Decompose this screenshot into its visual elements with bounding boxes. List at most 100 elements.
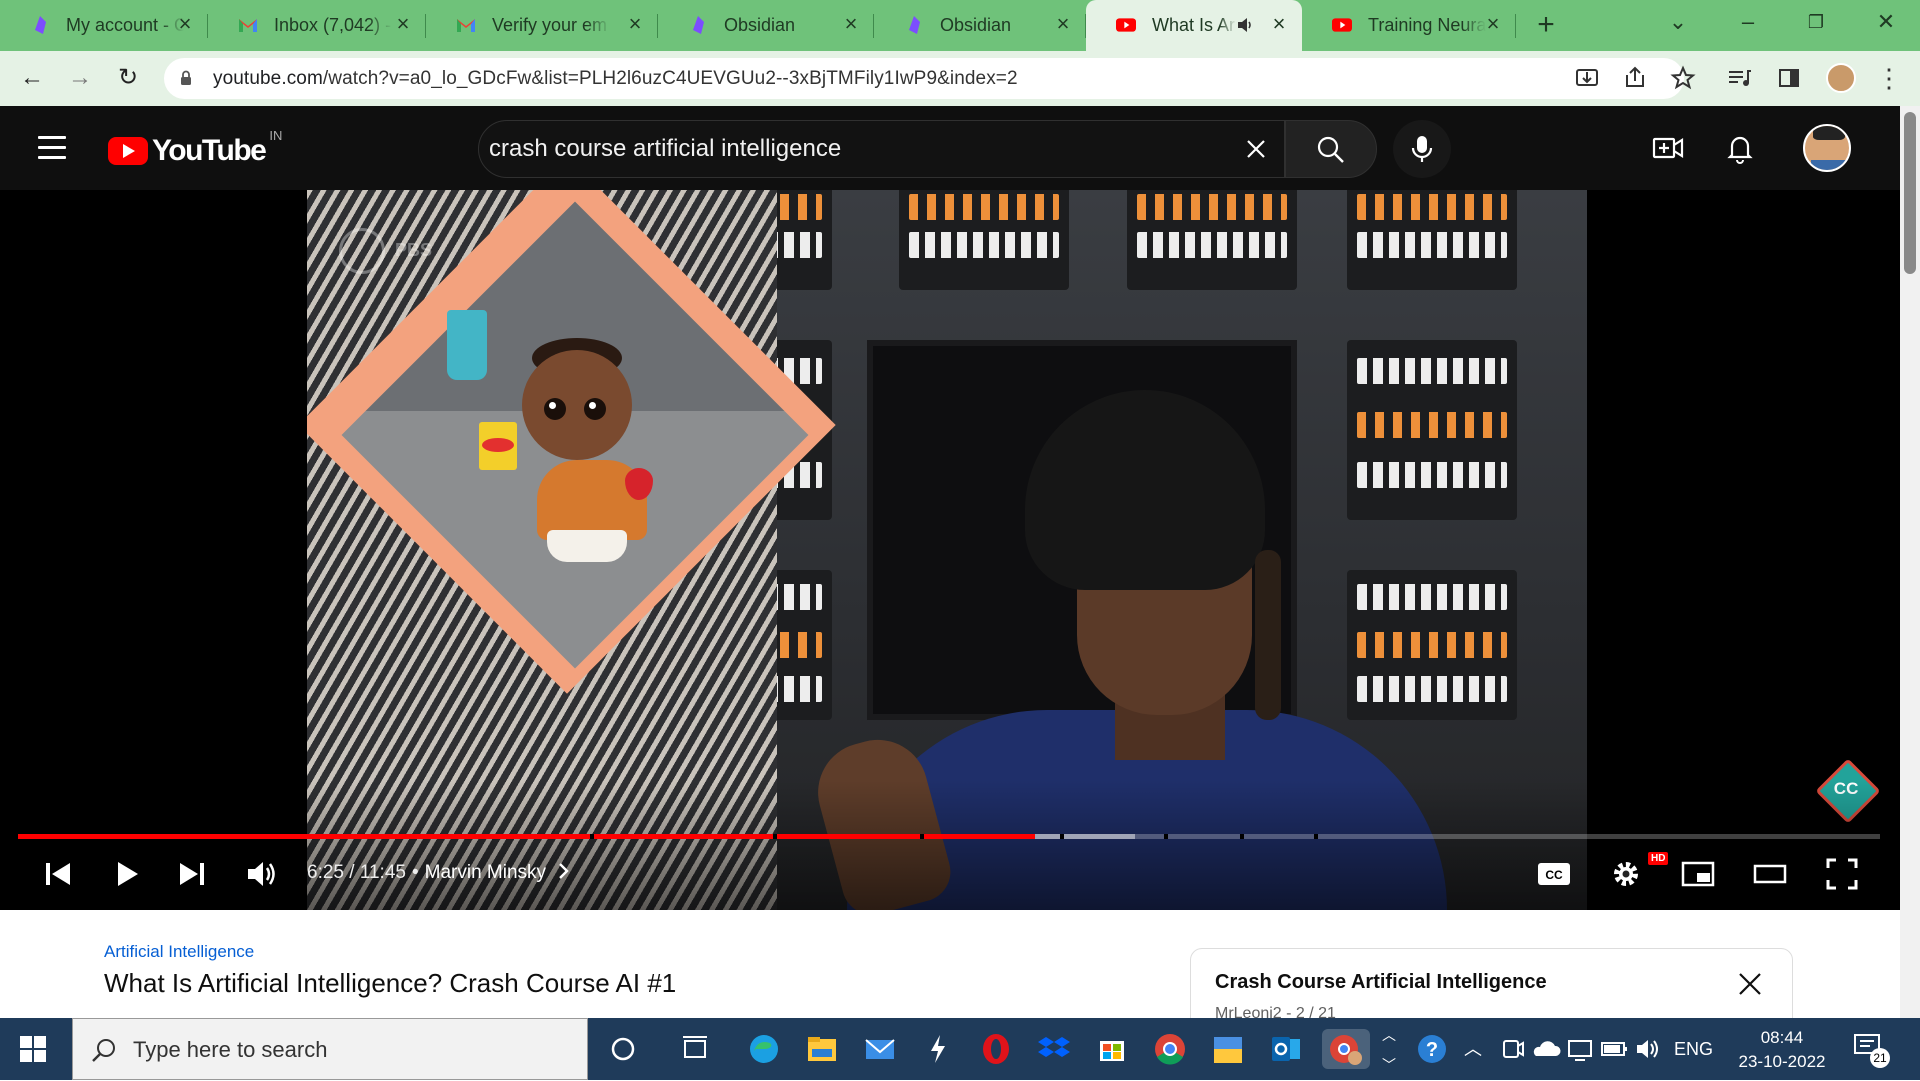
volume-icon[interactable] [242,854,282,894]
cortana-icon[interactable] [603,1029,643,1069]
search-button[interactable] [1285,120,1377,178]
close-icon[interactable]: × [392,13,414,36]
chevron-right-icon[interactable] [557,862,571,880]
region-code: IN [269,127,283,143]
profile-avatar-small[interactable] [1826,63,1856,93]
minimize-button[interactable]: – [1720,0,1776,44]
taskbar-search-input[interactable]: Type here to search [72,1018,588,1080]
address-bar[interactable]: youtube.com/watch?v=a0_lo_GDcFw&list=PLH… [164,58,1684,99]
tab-obsidian-2[interactable]: Obsidian × [874,0,1086,51]
tab-verify-email[interactable]: Verify your em × [426,0,658,51]
youtube-icon [1116,18,1136,32]
action-center-button[interactable]: 21 [1852,1032,1892,1068]
bg-light-panel [1347,190,1517,290]
settings-gear-icon[interactable] [1606,854,1646,894]
previous-video-icon[interactable] [38,854,78,894]
miniplayer-icon[interactable] [1678,854,1718,894]
notifications-bell-icon[interactable] [1722,130,1758,166]
opera-icon[interactable] [976,1029,1016,1069]
current-time: 6:25 [307,862,344,883]
account-avatar[interactable] [1803,124,1851,172]
tab-inbox[interactable]: Inbox (7,042) - × [208,0,426,51]
played-bar [18,834,1035,839]
url-text: youtube.com/watch?v=a0_lo_GDcFw&list=PLH… [213,58,1018,99]
restore-button[interactable]: ❐ [1788,0,1844,44]
clock-date: 23-10-2022 [1738,1052,1826,1071]
play-icon[interactable] [106,854,146,894]
more-menu-icon[interactable]: ⋮ [1872,61,1906,95]
captions-button[interactable]: CC [1534,854,1574,894]
share-icon[interactable] [1618,61,1652,95]
chapter-gap [920,834,924,839]
browser-tab-strip: My account - C × Inbox (7,042) - × Verif… [0,0,1920,51]
sticky-notes-icon[interactable] [1208,1029,1248,1069]
taskbar-scroll-arrows[interactable]: ︿ ﹀ [1382,1020,1396,1080]
language-indicator[interactable]: ENG [1674,1018,1713,1080]
close-icon[interactable]: × [624,13,646,36]
search-input[interactable]: crash course artificial intelligence [478,120,1285,178]
next-video-icon[interactable] [172,854,212,894]
baby-eye [584,398,606,420]
play-doh-cup-graphic [479,422,517,470]
fullscreen-icon[interactable] [1822,854,1862,894]
side-panel-icon[interactable] [1772,61,1806,95]
create-video-icon[interactable] [1650,130,1686,166]
close-icon[interactable]: × [174,13,196,36]
video-player[interactable]: PBS CC [0,190,1900,910]
chapter-title[interactable]: Marvin Minsky [425,862,546,883]
captions-label: CC [1545,868,1563,882]
scrollbar-thumb[interactable] [1904,112,1916,274]
theater-mode-icon[interactable] [1750,854,1790,894]
playlist-link[interactable]: Artificial Intelligence [104,942,254,962]
forward-button[interactable]: → [62,61,98,97]
task-view-icon[interactable] [675,1029,715,1069]
menu-icon[interactable] [38,136,66,159]
taskbar-clock[interactable]: 08:44 23-10-2022 [1730,1026,1834,1074]
show-hidden-icons-chevron[interactable]: ︿ [1464,1018,1482,1080]
media-control-icon[interactable] [1722,61,1756,95]
playlist-title[interactable]: Crash Course Artificial Intelligence [1215,971,1547,994]
help-icon[interactable]: ? [1412,1029,1452,1069]
youtube-logo[interactable]: YouTube IN [108,128,282,168]
tab-search-chevron-icon[interactable]: ⌄ [1650,0,1706,44]
chapter-gap [1060,834,1064,839]
chrome-profile-taskbar-button[interactable] [1322,1029,1370,1069]
tab-training-neural[interactable]: Training Neura × [1302,0,1516,51]
file-explorer-icon[interactable] [802,1029,842,1069]
outlook-icon[interactable] [1266,1029,1306,1069]
microsoft-store-icon[interactable] [1092,1029,1132,1069]
dropbox-icon[interactable] [1034,1029,1074,1069]
bookmark-star-icon[interactable] [1666,61,1700,95]
windows-start-icon[interactable] [20,1036,46,1062]
back-button[interactable]: ← [14,61,50,97]
close-icon[interactable]: × [1052,13,1074,36]
lock-icon[interactable] [180,70,192,86]
reload-button[interactable]: ↻ [110,61,146,97]
close-icon[interactable]: × [1482,13,1504,36]
voice-search-button[interactable] [1393,120,1451,178]
chapter-gap [773,834,777,839]
close-icon[interactable]: × [840,13,862,36]
chrome-icon[interactable] [1150,1029,1190,1069]
logo-wordmark: YouTube [152,134,267,167]
clear-search-icon[interactable] [1242,135,1270,163]
tab-title: Training Neura [1368,15,1486,35]
install-app-icon[interactable] [1570,61,1604,95]
edge-icon[interactable] [744,1029,784,1069]
new-tab-button[interactable]: + [1530,10,1562,42]
lightning-app-icon[interactable] [918,1029,958,1069]
avatar-shirt [1811,160,1847,170]
close-playlist-icon[interactable] [1735,969,1765,999]
page-scrollbar[interactable] [1900,106,1920,1018]
tab-obsidian-1[interactable]: Obsidian × [658,0,874,51]
close-icon[interactable]: × [1268,13,1290,36]
tab-my-account[interactable]: My account - C × [0,0,208,51]
tab-what-is-ai[interactable]: What Is Ar × [1086,0,1302,51]
progress-bar[interactable] [18,834,1880,839]
window-close-button[interactable]: ✕ [1858,0,1914,44]
speaker-icon[interactable] [1236,16,1254,34]
playlist-panel[interactable]: Crash Course Artificial Intelligence MrL… [1190,948,1793,1028]
mail-icon[interactable] [860,1029,900,1069]
taskbar-search-placeholder: Type here to search [133,1037,328,1062]
volume-tray-icon[interactable] [1628,1029,1668,1069]
